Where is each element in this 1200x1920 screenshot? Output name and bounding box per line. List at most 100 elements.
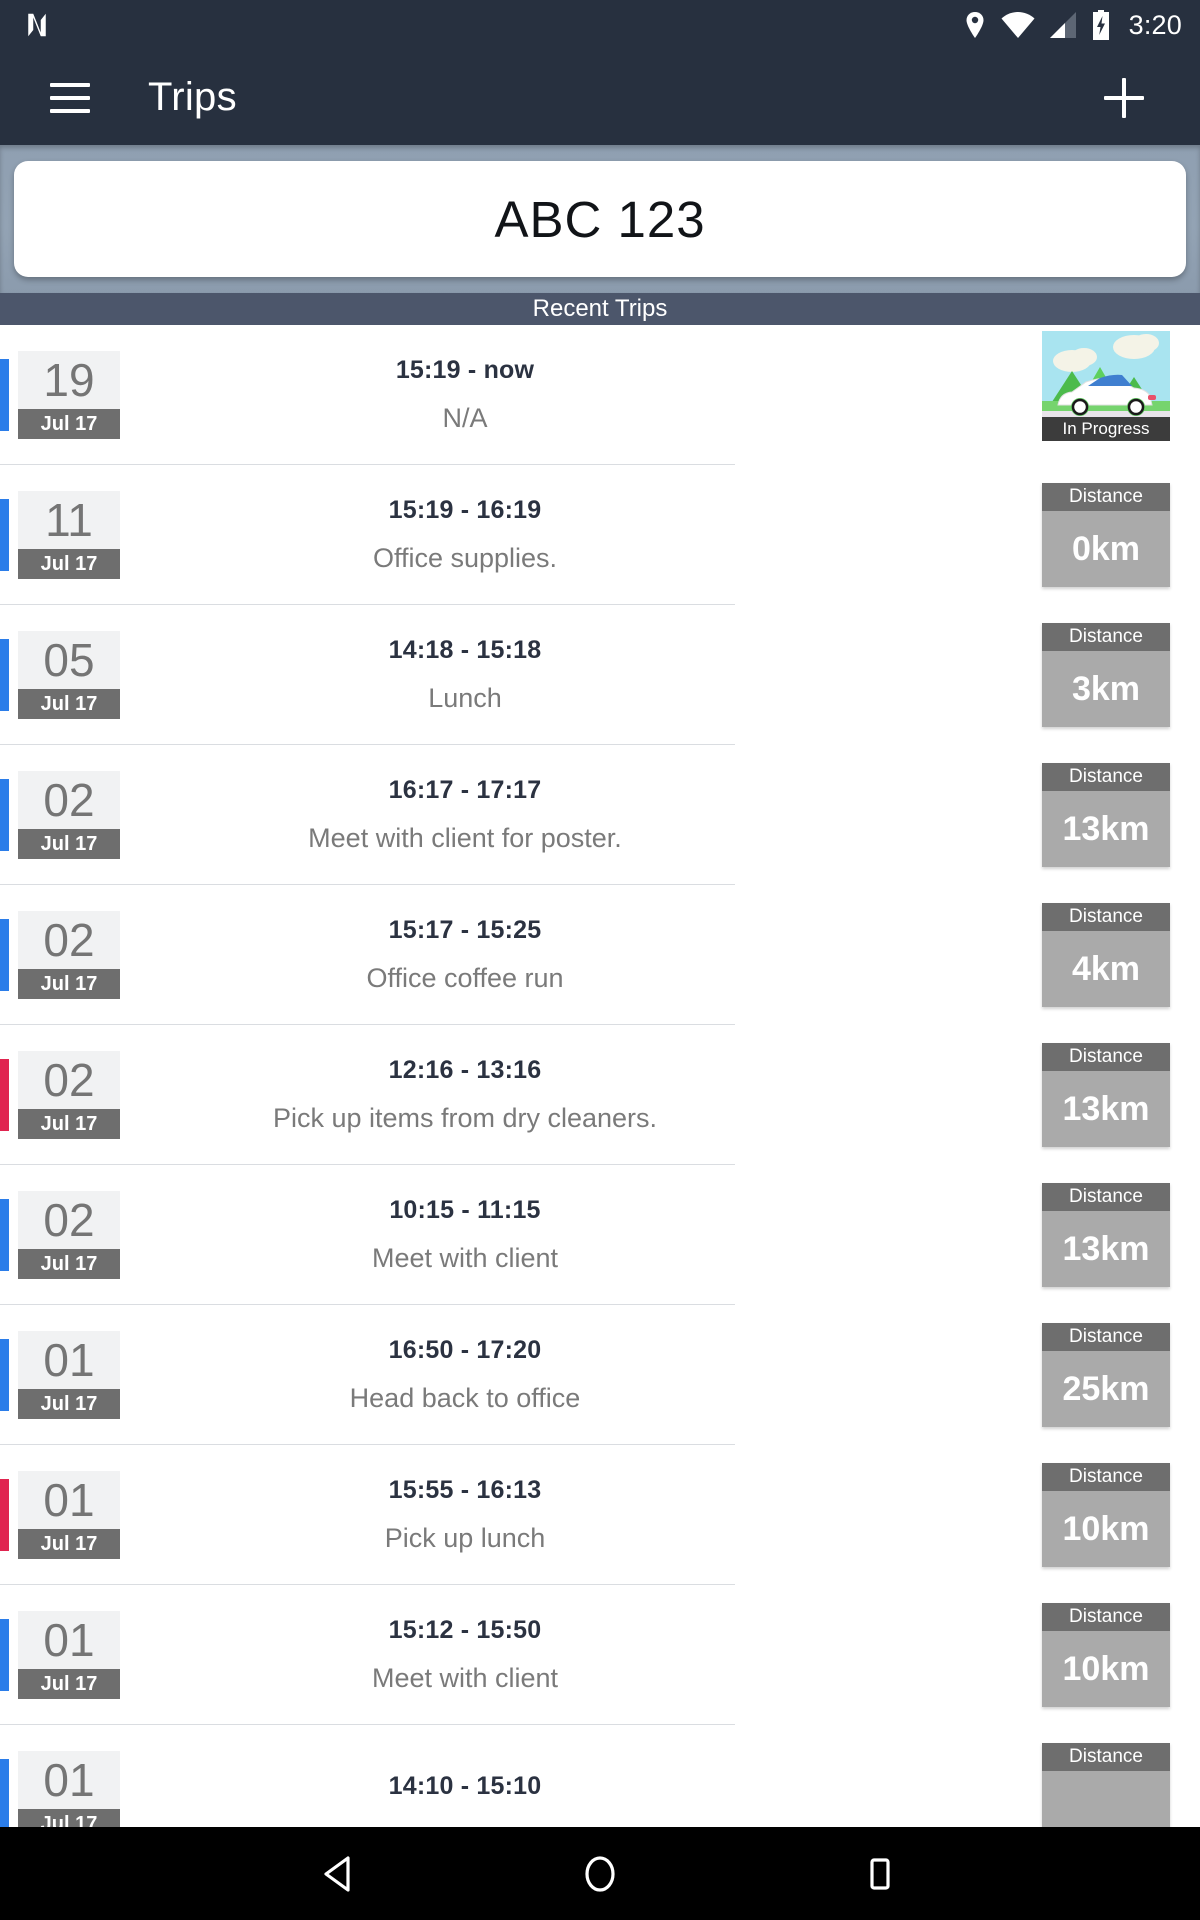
trip-row[interactable]: 19 Jul 17 15:19 - now N/A In Progress [0, 325, 1200, 465]
trip-details: 15:17 - 15:25 Office coffee run [195, 885, 735, 1025]
system-navigation-bar [0, 1827, 1200, 1920]
trip-time-range: 16:50 - 17:20 [388, 1336, 542, 1364]
recent-trips-header-label: Recent Trips [532, 295, 668, 322]
trip-date-badge: 05 Jul 17 [18, 631, 120, 719]
distance-badge-label: Distance [1042, 1743, 1170, 1771]
distance-badge-label: Distance [1042, 623, 1170, 651]
back-triangle-icon[interactable] [280, 1827, 400, 1920]
trip-accent-bar [0, 499, 9, 571]
trip-date-day: 01 [18, 1471, 120, 1529]
trip-row[interactable]: 02 Jul 17 10:15 - 11:15 Meet with client Dis… [0, 1165, 1200, 1305]
trip-accent-bar [0, 1479, 9, 1551]
trip-row[interactable]: 02 Jul 17 15:17 - 15:25 Office coffee run Di… [0, 885, 1200, 1025]
trip-time-range: 14:10 - 15:10 [388, 1771, 542, 1800]
trip-date-badge: 02 Jul 17 [18, 911, 120, 999]
location-pin-icon [966, 12, 984, 38]
distance-badge-value [1042, 1771, 1170, 1827]
trip-date-badge: 01 Jul 17 [18, 1331, 120, 1419]
trip-accent-bar [0, 359, 9, 431]
trip-date-day: 02 [18, 1051, 120, 1109]
trip-details: 16:17 - 17:17 Meet with client for poster… [195, 745, 735, 885]
trip-date-month: Jul 17 [18, 1529, 120, 1559]
trip-row[interactable]: 01 Jul 17 16:50 - 17:20 Head back to office… [0, 1305, 1200, 1445]
trip-row[interactable]: 01 Jul 17 14:10 - 15:10 Distance [0, 1725, 1200, 1827]
trip-time-range: 16:17 - 17:17 [388, 776, 542, 804]
trip-description: Office supplies. [372, 543, 558, 573]
battery-charging-icon [1092, 10, 1109, 40]
trip-date-badge: 02 Jul 17 [18, 1191, 120, 1279]
add-trip-button[interactable] [1096, 70, 1152, 126]
trip-row[interactable]: 02 Jul 17 12:16 - 13:16 Pick up items from … [0, 1025, 1200, 1165]
trip-details: 14:18 - 15:18 Lunch [195, 605, 735, 745]
trip-date-month: Jul 17 [18, 969, 120, 999]
trip-date-day: 01 [18, 1611, 120, 1669]
trip-details: 12:16 - 13:16 Pick up items from dry clea… [195, 1025, 735, 1165]
trip-distance-badge: Distance 13km [1042, 1043, 1170, 1147]
trip-date-month: Jul 17 [18, 1669, 120, 1699]
app-bar: Trips [0, 50, 1200, 145]
trip-description: Pick up lunch [384, 1523, 546, 1553]
trip-distance-badge: Distance 10km [1042, 1603, 1170, 1707]
trip-accent-bar [0, 1339, 9, 1411]
trip-details: 10:15 - 11:15 Meet with client [195, 1165, 735, 1305]
trip-date-badge: 01 Jul 17 [18, 1751, 120, 1827]
trip-description: Lunch [428, 683, 502, 713]
home-circle-icon[interactable] [540, 1827, 660, 1920]
trip-row[interactable]: 02 Jul 17 16:17 - 17:17 Meet with client fo… [0, 745, 1200, 885]
trip-description: Head back to office [349, 1383, 581, 1413]
trip-distance-badge: Distance 3km [1042, 623, 1170, 727]
distance-badge-label: Distance [1042, 903, 1170, 931]
trip-description: Meet with client [371, 1663, 559, 1693]
distance-badge-value: 3km [1042, 651, 1170, 727]
distance-badge-label: Distance [1042, 1183, 1170, 1211]
status-bar-left [22, 10, 52, 40]
trip-date-day: 05 [18, 631, 120, 689]
trip-time-range: 15:19 - 16:19 [388, 496, 542, 524]
trip-distance-badge: Distance 13km [1042, 1183, 1170, 1287]
status-bar-clock: 3:20 [1128, 9, 1182, 40]
distance-badge-label: Distance [1042, 483, 1170, 511]
trip-row[interactable]: 05 Jul 17 14:18 - 15:18 Lunch Distance 3km [0, 605, 1200, 745]
vehicle-panel: ABC 123 [0, 145, 1200, 293]
trip-accent-bar [0, 1199, 9, 1271]
trip-description: Pick up items from dry cleaners. [272, 1103, 658, 1133]
distance-badge-value: 10km [1042, 1491, 1170, 1567]
trip-date-month: Jul 17 [18, 689, 120, 719]
trip-list[interactable]: 19 Jul 17 15:19 - now N/A In Progress 11 Jul 1… [0, 325, 1200, 1827]
distance-badge-value: 4km [1042, 931, 1170, 1007]
phone-screen: 3:20 Trips ABC 123 Recent Trips 19 Jul 17… [0, 0, 1200, 1920]
trip-details: 14:10 - 15:10 [195, 1725, 735, 1827]
vehicle-plate-text: ABC 123 [494, 190, 706, 248]
trip-details: 15:55 - 16:13 Pick up lunch [195, 1445, 735, 1585]
trip-row[interactable]: 01 Jul 17 15:12 - 15:50 Meet with client Dis… [0, 1585, 1200, 1725]
trip-details: 15:19 - now N/A [195, 325, 735, 465]
distance-badge-value: 13km [1042, 1211, 1170, 1287]
trip-date-month: Jul 17 [18, 1249, 120, 1279]
trip-accent-bar [0, 779, 9, 851]
trip-distance-badge: Distance 10km [1042, 1463, 1170, 1567]
vehicle-plate-card[interactable]: ABC 123 [14, 161, 1186, 277]
trip-date-month: Jul 17 [18, 1109, 120, 1139]
trip-time-range: 15:12 - 15:50 [388, 1616, 542, 1644]
trip-details: 16:50 - 17:20 Head back to office [195, 1305, 735, 1445]
trip-date-badge: 02 Jul 17 [18, 1051, 120, 1139]
distance-badge-value: 13km [1042, 1071, 1170, 1147]
trip-date-badge: 02 Jul 17 [18, 771, 120, 859]
trip-date-day: 02 [18, 771, 120, 829]
trip-in-progress-thumbnail: In Progress [1042, 331, 1170, 441]
trip-time-range: 12:16 - 13:16 [388, 1056, 542, 1084]
trip-time-range: 15:19 - now [395, 356, 535, 384]
trip-distance-badge: Distance 4km [1042, 903, 1170, 1007]
trip-row[interactable]: 01 Jul 17 15:55 - 16:13 Pick up lunch Distan… [0, 1445, 1200, 1585]
trip-time-range: 14:18 - 15:18 [388, 636, 542, 664]
trip-date-badge: 01 Jul 17 [18, 1611, 120, 1699]
page-title: Trips [148, 75, 237, 119]
distance-badge-value: 13km [1042, 791, 1170, 867]
hamburger-menu-icon[interactable] [50, 82, 90, 113]
status-bar: 3:20 [0, 0, 1200, 50]
trip-row[interactable]: 11 Jul 17 15:19 - 16:19 Office supplies. Dis… [0, 465, 1200, 605]
trip-date-month: Jul 17 [18, 409, 120, 439]
in-progress-label: In Progress [1042, 417, 1170, 441]
recents-square-icon[interactable] [820, 1827, 940, 1920]
trip-date-day: 01 [18, 1331, 120, 1389]
